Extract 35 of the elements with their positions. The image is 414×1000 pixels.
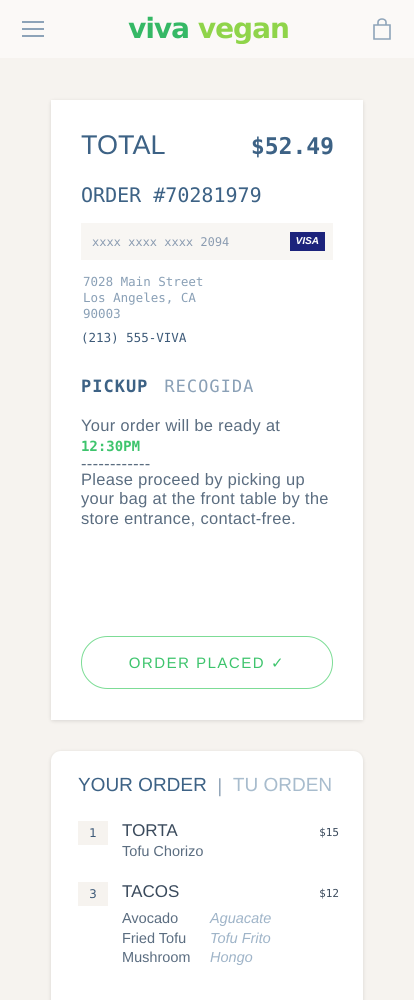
address-line: Los Angeles, CA	[83, 290, 197, 306]
quantity-badge: 3	[78, 882, 108, 906]
item-price: $12	[319, 887, 339, 900]
total-amount: $52.49	[250, 134, 334, 160]
payment-card: xxxx xxxx xxxx 2094 VISA	[81, 223, 333, 260]
pickup-tab[interactable]: RECOGIDA	[164, 377, 254, 397]
language-tab[interactable]: TU ORDEN	[232, 775, 332, 797]
item-name: TACOS	[122, 882, 180, 902]
ready-text: Your order will be ready at	[81, 417, 282, 436]
order-placed-button[interactable]: ORDER PLACED ✓	[81, 636, 333, 689]
item-description: Tofu Chorizo	[122, 844, 204, 860]
address-line: 90003	[83, 306, 122, 322]
quantity-badge: 1	[78, 821, 108, 845]
item-name: TORTA	[122, 821, 178, 841]
phone-number: (213) 555-VIVA	[81, 330, 188, 345]
dashed-separator: ------------	[81, 456, 152, 470]
visa-badge: VISA	[290, 232, 325, 251]
option-translation: Aguacate	[210, 910, 272, 929]
pickup-instructions: Please proceed by picking up your bag at the front table by the store entrance, contact-free.	[81, 470, 330, 529]
option-translation: Tofu Frito	[210, 930, 272, 948]
language-tab[interactable]: YOUR ORDER	[78, 775, 207, 797]
item-price: $15	[319, 826, 339, 839]
address-line: 7028 Main Street	[83, 274, 204, 290]
bag-icon[interactable]	[372, 18, 392, 40]
pickup-tab[interactable]: PICKUP	[81, 377, 148, 397]
option-name: Avocado	[122, 910, 180, 929]
order-number: ORDER #70281979	[81, 183, 263, 207]
option-name: Fried Tofu	[122, 930, 188, 948]
tab-divider: |	[216, 776, 223, 796]
total-label: TOTAL	[81, 130, 166, 161]
logo[interactable]: viva vegan	[128, 15, 289, 43]
menu-icon[interactable]	[21, 20, 45, 38]
option-translation: Hongo	[210, 949, 254, 968]
ready-time: 12:30PM	[81, 438, 142, 456]
option-name: Mushroom	[122, 949, 192, 968]
